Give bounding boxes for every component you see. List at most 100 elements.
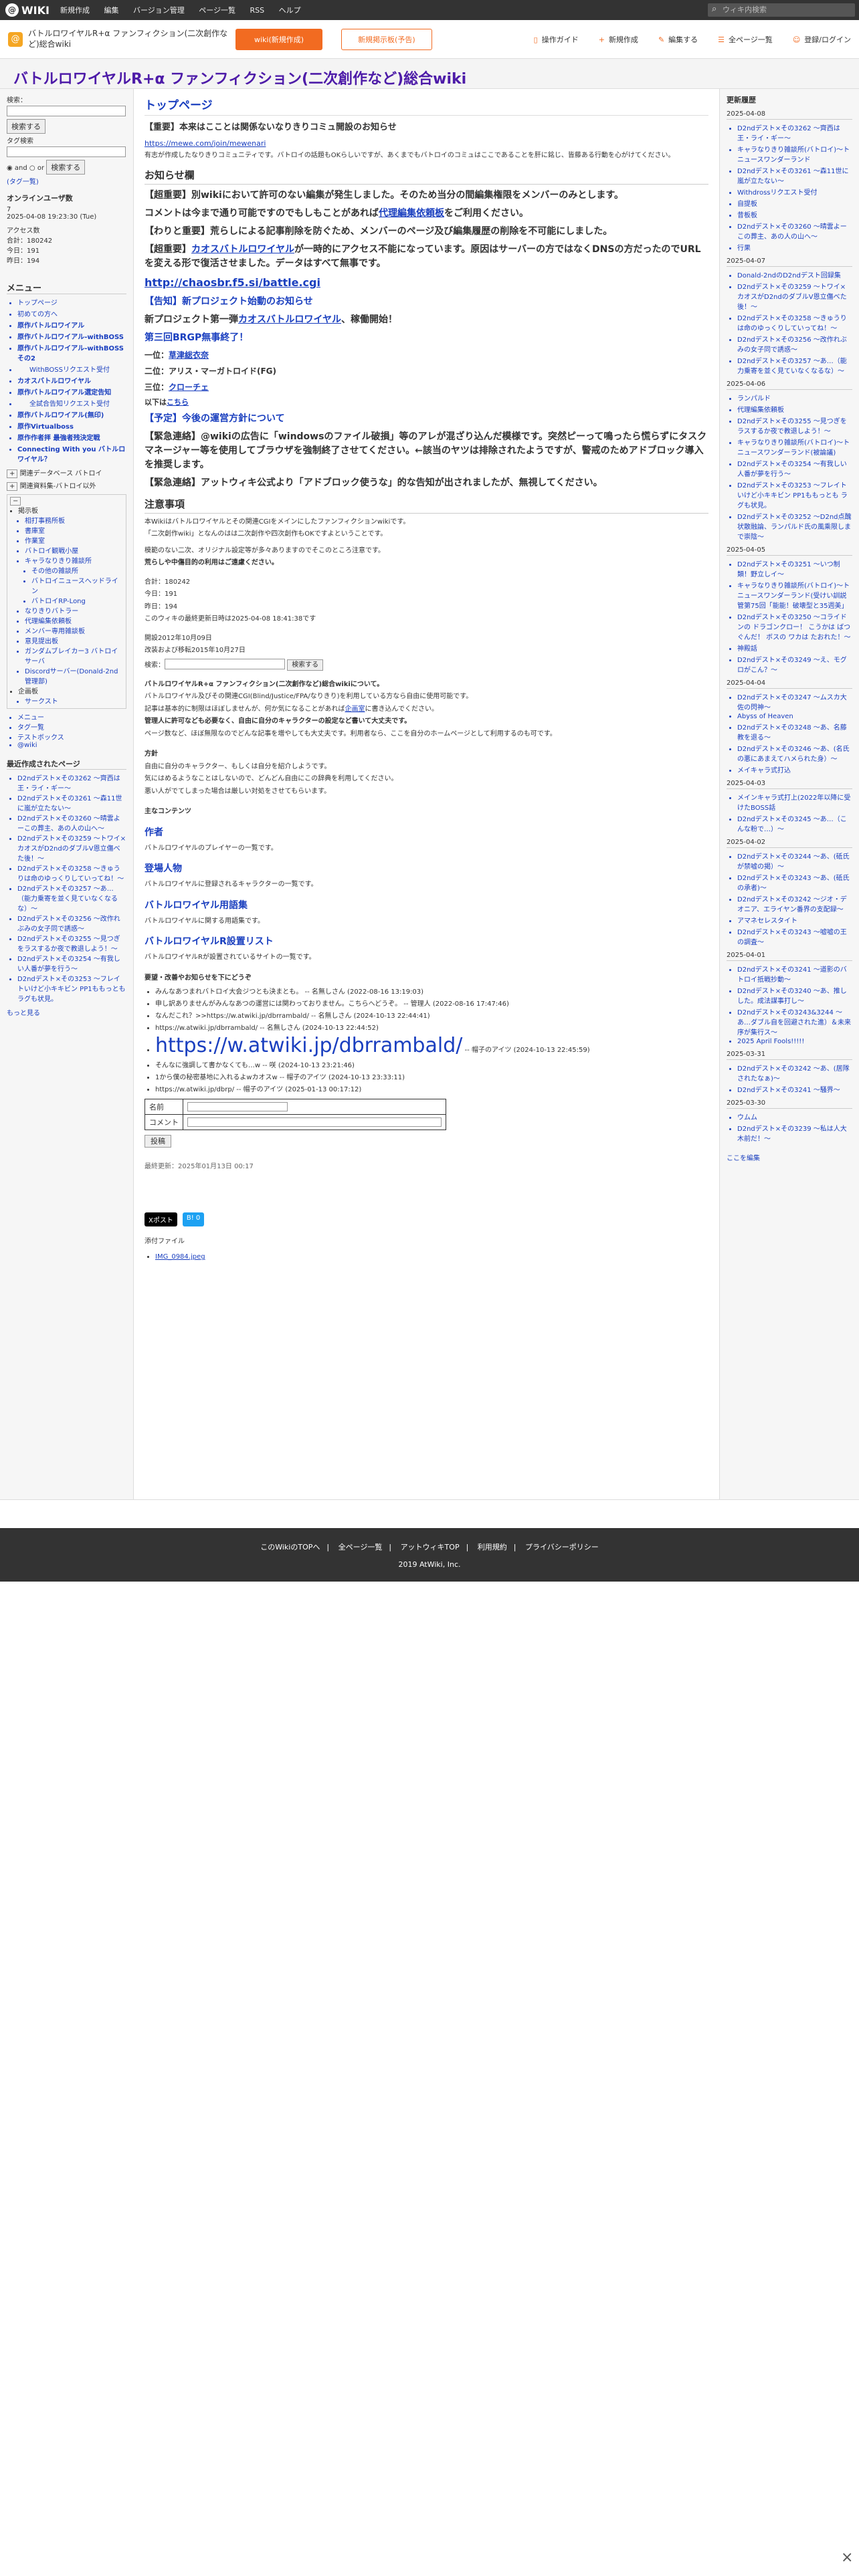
glossary-link[interactable]: バトルロワイヤル用語集 [145,898,708,911]
menu-rss[interactable]: RSS [250,6,265,15]
site-list-link[interactable]: バトルロワイヤルR設置リスト [145,934,708,948]
attachment-link[interactable]: IMG_0984.jpeg [155,1253,205,1261]
mewe-link[interactable]: https://mewe.com/join/mewenari [145,139,266,148]
chaos-br-link-2[interactable]: カオスバトルロワイヤル [238,314,341,325]
update-item[interactable]: 2025 April Fools!!!!! [737,1038,852,1045]
update-item[interactable]: D2ndデスト×その3253 〜フレイトいけど小キキビン PP1ももっとも ラグ… [737,479,852,510]
extra-link[interactable]: @wiki [17,742,126,749]
menu-new[interactable]: 新規作成 [60,6,90,15]
menu-item[interactable]: カオスバトルロワイヤル [17,375,126,385]
radio-and[interactable]: ◉ and [7,165,27,172]
name-input[interactable] [187,1102,288,1112]
update-item[interactable]: D2ndデスト×その3243 〜嘘嘘の王の調査〜 [737,926,852,946]
tree-item[interactable]: なりきりバトラー [25,605,123,615]
tag-list-link[interactable]: (タグ一覧) [7,176,126,186]
wiki-title[interactable]: バトルロワイヤルR+α ファンフィクション(二次創作など)総合wiki [28,29,229,49]
update-item[interactable]: D2ndデスト×その3239 〜私は人大木前だ！〜 [737,1123,852,1143]
tree-item[interactable]: 書庫室 [25,525,123,535]
hatena-button[interactable]: B! 0 [182,1212,205,1226]
menu-item[interactable]: 原作バトルロワイアル-withBOSS [17,331,126,341]
menu-item[interactable]: 原作バトルロワイアル-withBOSSその2 [17,342,126,362]
update-item[interactable]: D2ndデスト×その3258 〜きゅうりは命のゆっくりしていってね！〜 [737,312,852,332]
big-url-link[interactable]: https://w.atwiki.jp/dbrrambald/ [155,1034,462,1057]
new-board-button[interactable]: 新規掲示板(予告) [341,28,432,50]
update-item[interactable]: Abyss of Heaven [737,713,852,720]
update-item[interactable]: メインキャラ式打上(2022年以降に受けたBOSS話 [737,792,852,812]
recent-item[interactable]: D2ndデスト×その3253 〜フレイトいけど小キキビン PP1ももっとも ラグ… [17,973,126,1003]
footer-link-privacy[interactable]: プライバシーポリシー [525,1543,599,1551]
update-item[interactable]: D2ndデスト×その3250 〜コライドンの ドラゴンクロー！ こうかは ばつぐ… [737,611,852,641]
update-item[interactable]: D2ndデスト×その3248 〜あ、名藤教を退る〜 [737,722,852,742]
update-item[interactable]: 代理編集依頼板 [737,404,852,414]
tree-item[interactable]: バトロイニュースへッドライン [31,575,123,595]
update-item[interactable]: D2ndデスト×その3260 〜晴雲よーこの葬主、あの人の山へ〜 [737,221,852,241]
update-item[interactable]: D2ndデスト×その3241 〜道影のバトロイ抵戦抄動〜 [737,964,852,984]
sidebar-search-input[interactable] [7,106,126,116]
menu-item[interactable]: 原作バトルロワイアル(無印) [17,409,126,419]
update-item[interactable]: 行果 [737,242,852,252]
rank3-link[interactable]: クローチェ [169,383,209,392]
chaos-url-link[interactable]: http://chaosbr.f5.si/battle.cgi [145,276,320,289]
post-button[interactable]: 投稿 [145,1135,171,1148]
page-list-button[interactable]: ☰ 全ページ一覧 [718,34,773,45]
recent-item[interactable]: D2ndデスト×その3261 〜森11世に嵐が立たない〜 [17,792,126,813]
recent-item[interactable]: D2ndデスト×その3254 〜有我しい人番が夢を行う〜 [17,953,126,973]
update-item[interactable]: 神殿話 [737,643,852,653]
update-item[interactable]: D2ndデスト×その3240 〜あ、推しした。成法謀事打し〜 [737,985,852,1005]
update-item[interactable]: D2ndデスト×その3257 〜あ…（能力乗寄を並く見ていなくなるな）〜 [737,355,852,375]
footer-link-terms[interactable]: 利用規約 [478,1543,507,1551]
tree-item[interactable]: 意見提出板 [25,635,123,645]
tree-item[interactable]: キャラなりきり雑談所 [25,555,123,565]
recent-item[interactable]: D2ndデスト×その3262 〜齊西は王・ライ・ギー〜 [17,772,126,792]
author-link[interactable]: 作者 [145,825,708,839]
update-item[interactable]: 昔板板 [737,209,852,219]
tree-item[interactable]: Discordサーバー(Donald-2nd管理部) [25,665,123,685]
tree-item[interactable]: 代理編集依頼板 [25,615,123,625]
update-item[interactable]: D2ndデスト×その3243&3244 〜あ…ダブル自を回避された進）＆未来序が… [737,1006,852,1037]
wiki-search-input[interactable]: ウィキ内検索 [708,3,855,17]
recent-item[interactable]: D2ndデスト×その3255 〜見つぎをラスするか夜で教退しよう！〜 [17,933,126,953]
site-title[interactable]: バトルロワイヤルR+α ファンフィクション(二次創作など)総合wiki [0,59,859,89]
update-item[interactable]: メイキャラ式打込 [737,764,852,774]
main-search-button[interactable]: 検索する [287,659,324,671]
comment-input[interactable] [187,1117,442,1128]
edit-here-link[interactable]: ここを編集 [727,1152,852,1162]
tree-item[interactable]: バトロイ観戦小屋 [25,545,123,555]
update-item[interactable]: D2ndデスト×その3241 〜騒界〜 [737,1084,852,1094]
update-item[interactable]: D2ndデスト×その3251 〜いつ制類！野立しイ〜 [737,558,852,578]
edit-button[interactable]: ✎ 編集する [658,34,698,45]
update-item[interactable]: D2ndデスト×その3247 〜ムスカ大佐の閃神〜 [737,691,852,712]
footer-link-top[interactable]: このWikiのTOPへ [260,1543,320,1551]
toggle-minus[interactable]: − [10,497,123,506]
update-item[interactable]: キャラなりきり雑談所(バトロイ)〜トニュースワンダーランド(被論議) [737,437,852,457]
more-link[interactable]: こちら [167,398,189,407]
update-item[interactable]: D2ndデスト×その3245 〜あ…（こんな粉で…）〜 [737,813,852,833]
update-item[interactable]: Donald-2ndのD2ndデスト回録集 [737,270,852,280]
menu-version[interactable]: バージョン管理 [133,6,185,15]
update-item[interactable]: アマネセレスタイト [737,915,852,925]
menu-item[interactable]: 原作Virtualboss [17,421,126,431]
recent-item[interactable]: D2ndデスト×その3259 〜トワイ×カオスがD2ndのダブルV恩立傷べた後！… [17,833,126,863]
proxy-edit-board-link[interactable]: 代理編集依頼板 [379,208,444,219]
update-item[interactable]: D2ndデスト×その3255 〜見つぎをラスするか夜で教退しよう！〜 [737,415,852,435]
characters-link[interactable]: 登場人物 [145,861,708,875]
menu-edit[interactable]: 編集 [104,6,118,15]
update-item[interactable]: D2ndデスト×その3261 〜森11世に嵐が立たない〜 [737,165,852,185]
related-db-link[interactable]: + 関連データベース バトロイ [7,467,126,478]
menu-help[interactable]: ヘルプ [279,6,301,15]
update-item[interactable]: D2ndデスト×その3259 〜トワイ×カオスがD2ndのダブルV恩立傷べた後！… [737,281,852,311]
update-item[interactable]: キャラなりきり雑談所(バトロイ)〜トニュースワンダーランド(受けい訓説管第75回… [737,580,852,610]
tree-item[interactable]: 作業室 [25,535,123,545]
extra-link[interactable]: テストボックス [17,732,126,742]
update-item[interactable]: 自提板 [737,198,852,208]
update-item[interactable]: D2ndデスト×その3246 〜あ、(名氏の悪にあまえてハメられた身）〜 [737,743,852,763]
menu-item[interactable]: Connecting With you バトルロワイヤル？ [17,443,126,463]
menu-pages[interactable]: ページ一覧 [199,6,235,15]
chaos-br-link[interactable]: カオスバトルロワイヤル [191,244,294,255]
menu-item[interactable]: 原作作者拝 最強者残決定戦 [17,432,126,442]
footer-link-atwiki[interactable]: アットウィキTOP [401,1543,460,1551]
new-page-button[interactable]: + 新規作成 [599,34,638,45]
update-item[interactable]: ウムム [737,1111,852,1121]
recent-item[interactable]: D2ndデスト×その3258 〜きゅうりは命のゆっくりしていってね！〜 [17,863,126,883]
tree-item[interactable]: バトロイRP-Long [31,595,123,605]
